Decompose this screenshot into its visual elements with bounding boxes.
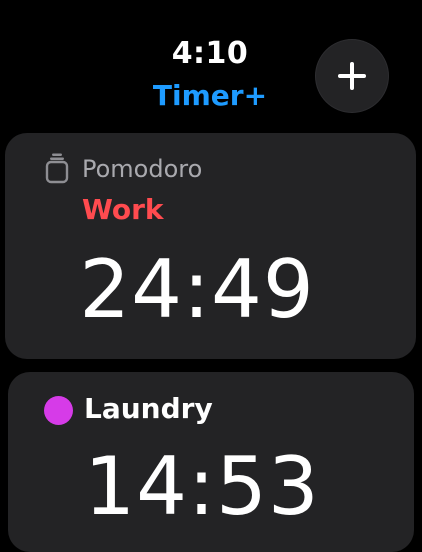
- clock-time: 4:10: [171, 36, 249, 71]
- timer-label: Pomodoro: [82, 155, 203, 183]
- timer-icon: [45, 152, 69, 184]
- remaining-time: 14:53: [84, 440, 320, 533]
- timer-card-pomodoro[interactable]: Pomodoro Work 24:49: [5, 133, 416, 359]
- plus-icon-bar: [338, 74, 366, 78]
- timer-card-laundry[interactable]: Laundry 14:53: [8, 372, 414, 552]
- add-timer-button[interactable]: [316, 40, 388, 112]
- color-dot-icon: [44, 396, 73, 425]
- phase-label: Work: [82, 193, 164, 226]
- app-title: Timer+: [152, 79, 268, 112]
- timer-label: Laundry: [84, 392, 213, 425]
- remaining-time: 24:49: [79, 243, 315, 336]
